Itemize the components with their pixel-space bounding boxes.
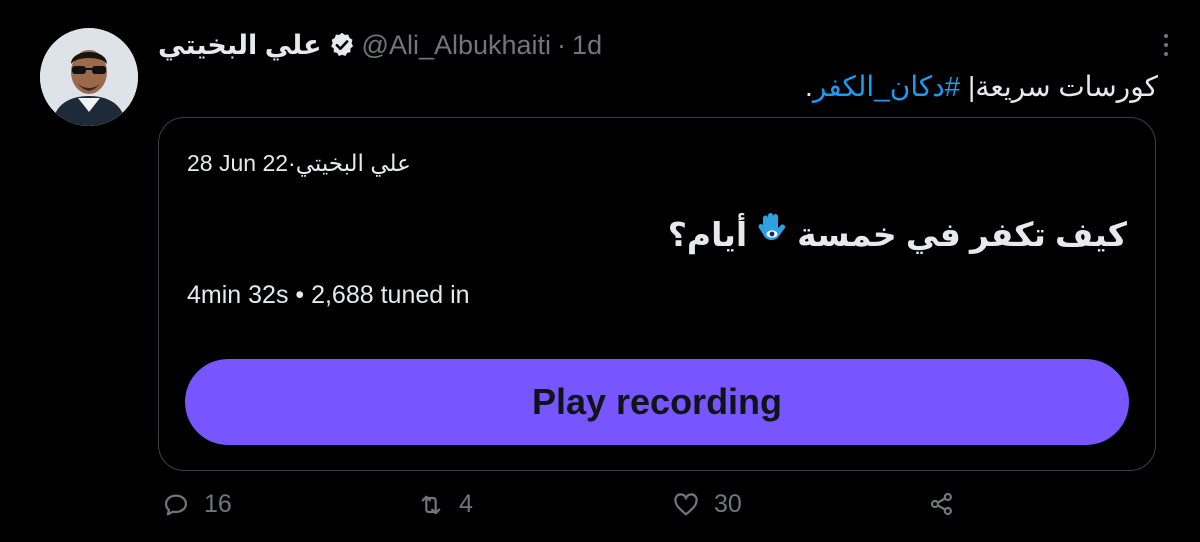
hamsa-icon [757,212,787,256]
hashtag-link[interactable]: #دكان_الكفر [813,71,960,102]
reply-count: 16 [204,490,232,518]
more-icon[interactable] [1156,34,1176,56]
author-avatar[interactable] [40,28,138,126]
retweet-action[interactable]: 4 [417,490,473,519]
space-card[interactable]: 28 Jun 22 · علي البخيتي كيف تكفر في خمسة… [158,117,1156,471]
tweet-time[interactable]: 1d [572,30,602,61]
retweet-icon [421,495,441,514]
author-name[interactable]: علي البخيتي [158,30,322,61]
space-meta-separator: · [288,150,296,176]
header-separator: · [557,29,567,60]
space-stats: 4min 32s • 2,688 tuned in [187,281,470,309]
space-card-meta: 28 Jun 22 · علي البخيتي [187,150,411,177]
space-date: 28 Jun 22 [187,150,289,176]
reply-icon [164,494,188,515]
space-title: كيف تكفر في خمسة أيام؟ [668,212,1127,256]
like-action[interactable]: 30 [672,490,742,519]
space-title-part2: أيام؟ [667,215,748,253]
tweet-text-suffix: . [805,71,813,102]
author-handle[interactable]: @Ali_Albukhaiti [362,30,552,61]
tweet-text: كورسات سريعة| #دكان_الكفر. [805,70,1158,103]
share-icon [930,492,952,516]
tweet-text-prefix: كورسات سريعة| [968,71,1158,102]
tweet-actions: 16 4 30 [0,490,1200,530]
space-title-part1: كيف تكفر في خمسة [797,215,1127,253]
like-icon [674,492,698,515]
play-recording-button[interactable]: Play recording [185,359,1129,445]
like-count: 30 [714,490,742,518]
verified-badge-icon [328,31,356,59]
reply-action[interactable]: 16 [162,490,232,519]
space-host: علي البخيتي [295,150,411,176]
retweet-count: 4 [459,490,473,518]
tweet-header: علي البخيتي @Ali_Albukhaiti · 1d [158,28,602,62]
avatar-photo [40,28,138,126]
share-action[interactable] [928,490,956,518]
